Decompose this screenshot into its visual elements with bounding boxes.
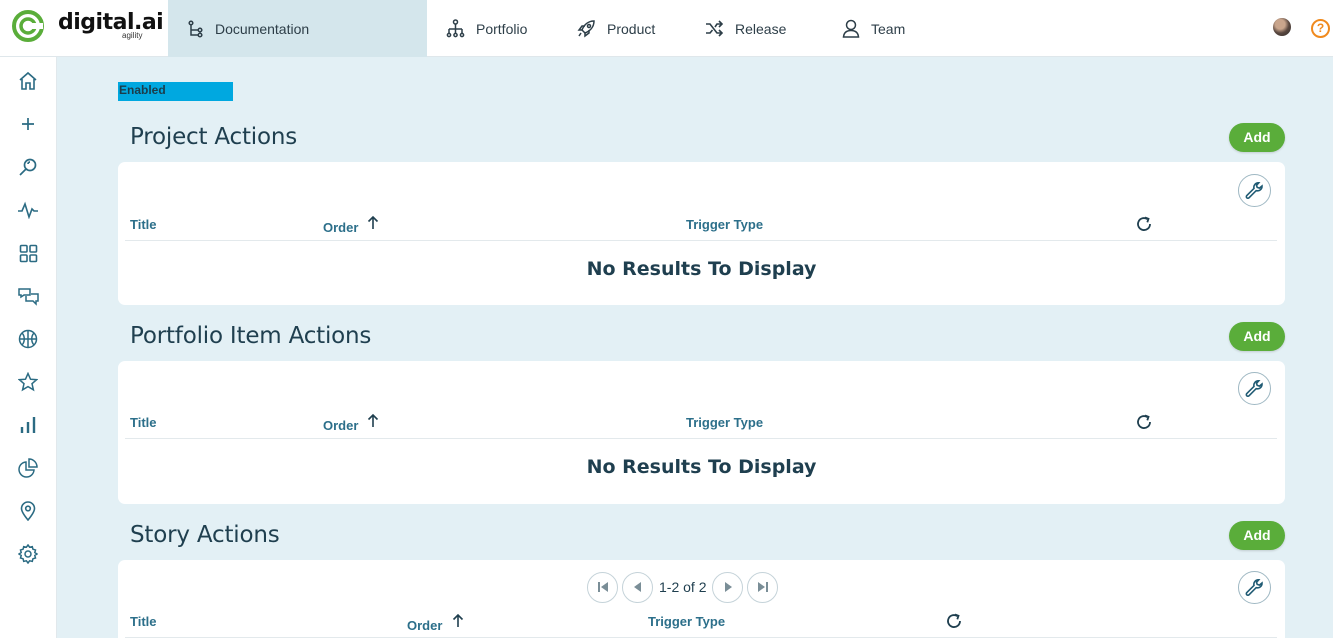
sort-ascending-icon[interactable] bbox=[367, 215, 379, 230]
nav-tab-documentation[interactable]: Documentation bbox=[168, 0, 427, 57]
refresh-icon[interactable] bbox=[1135, 215, 1153, 233]
status-badge: Enabled bbox=[118, 82, 233, 101]
nav-tab-product[interactable]: Product bbox=[577, 0, 655, 57]
logo-mark-icon bbox=[12, 10, 44, 42]
header-divider bbox=[125, 240, 1277, 241]
wrench-icon[interactable] bbox=[1238, 571, 1271, 604]
wrench-icon[interactable] bbox=[1238, 372, 1271, 405]
chat-icon[interactable] bbox=[17, 285, 39, 307]
wrench-icon[interactable] bbox=[1238, 174, 1271, 207]
nav-tab-team[interactable]: Team bbox=[842, 0, 905, 57]
nav-label-team: Team bbox=[871, 20, 906, 37]
gear-icon[interactable] bbox=[17, 543, 39, 565]
org-tree-icon bbox=[446, 19, 465, 38]
section-title-portfolio-item-actions: Portfolio Item Actions bbox=[130, 323, 372, 349]
add-project-action-button[interactable]: Add bbox=[1229, 123, 1285, 152]
activity-icon[interactable] bbox=[17, 199, 39, 221]
logo-text: digital.ai bbox=[58, 10, 164, 35]
search-icon[interactable] bbox=[17, 156, 39, 178]
nav-label-product: Product bbox=[607, 20, 656, 37]
logo-subtext: agility bbox=[122, 31, 143, 40]
digital-ai-logo[interactable]: digital.ai agility bbox=[11, 9, 164, 49]
nav-tab-portfolio[interactable]: Portfolio bbox=[446, 0, 527, 57]
section-title-story-actions: Story Actions bbox=[130, 522, 280, 548]
help-icon[interactable]: ? bbox=[1311, 19, 1330, 38]
column-header-title[interactable]: Title bbox=[130, 415, 157, 430]
section-title-project-actions: Project Actions bbox=[130, 124, 298, 150]
star-icon[interactable] bbox=[17, 371, 39, 393]
refresh-icon[interactable] bbox=[1135, 413, 1153, 431]
left-sidebar bbox=[0, 57, 57, 638]
column-header-trigger-type[interactable]: Trigger Type bbox=[686, 217, 763, 232]
sort-ascending-icon[interactable] bbox=[367, 413, 379, 428]
top-navigation-bar: digital.ai agility Documentation Portfol… bbox=[0, 0, 1333, 57]
user-avatar[interactable] bbox=[1273, 18, 1291, 36]
location-pin-icon[interactable] bbox=[17, 500, 39, 522]
plus-icon[interactable] bbox=[17, 113, 39, 135]
header-divider bbox=[125, 438, 1277, 439]
story-actions-table: 1-2 of 2 Title Order Trigger Type bbox=[118, 560, 1285, 638]
add-portfolio-item-action-button[interactable]: Add bbox=[1229, 322, 1285, 351]
column-header-trigger-type[interactable]: Trigger Type bbox=[648, 614, 725, 629]
column-header-trigger-type[interactable]: Trigger Type bbox=[686, 415, 763, 430]
hierarchy-icon bbox=[188, 19, 203, 38]
column-header-title[interactable]: Title bbox=[130, 217, 157, 232]
shuffle-icon bbox=[706, 20, 724, 37]
project-actions-table: Title Order Trigger Type No Results To D… bbox=[118, 162, 1285, 305]
column-header-order[interactable]: Order bbox=[323, 220, 358, 235]
empty-state-text: No Results To Display bbox=[586, 456, 817, 478]
nav-label-release: Release bbox=[735, 20, 787, 37]
column-header-order[interactable]: Order bbox=[407, 618, 442, 633]
column-header-order[interactable]: Order bbox=[323, 418, 358, 433]
rocket-icon bbox=[577, 20, 595, 38]
bar-chart-icon[interactable] bbox=[17, 414, 39, 436]
add-story-action-button[interactable]: Add bbox=[1229, 521, 1285, 550]
user-icon bbox=[842, 19, 860, 38]
previous-page-icon[interactable] bbox=[622, 571, 653, 603]
grid-icon[interactable] bbox=[17, 242, 39, 264]
sort-ascending-icon[interactable] bbox=[452, 613, 464, 628]
nav-label-documentation: Documentation bbox=[215, 20, 310, 37]
pagination: 1-2 of 2 bbox=[587, 571, 779, 603]
pie-chart-icon[interactable] bbox=[17, 457, 39, 479]
refresh-icon[interactable] bbox=[945, 612, 963, 630]
last-page-icon[interactable] bbox=[747, 571, 779, 603]
nav-label-portfolio: Portfolio bbox=[476, 20, 528, 37]
column-header-title[interactable]: Title bbox=[130, 614, 157, 629]
portfolio-item-actions-table: Title Order Trigger Type No Results To D… bbox=[118, 361, 1285, 504]
nav-tab-release[interactable]: Release bbox=[705, 0, 786, 57]
first-page-icon[interactable] bbox=[587, 571, 618, 603]
next-page-icon[interactable] bbox=[712, 571, 744, 603]
empty-state-text: No Results To Display bbox=[586, 258, 817, 280]
basketball-icon[interactable] bbox=[17, 328, 39, 350]
pagination-text: 1-2 of 2 bbox=[659, 579, 707, 595]
home-icon[interactable] bbox=[17, 70, 39, 92]
